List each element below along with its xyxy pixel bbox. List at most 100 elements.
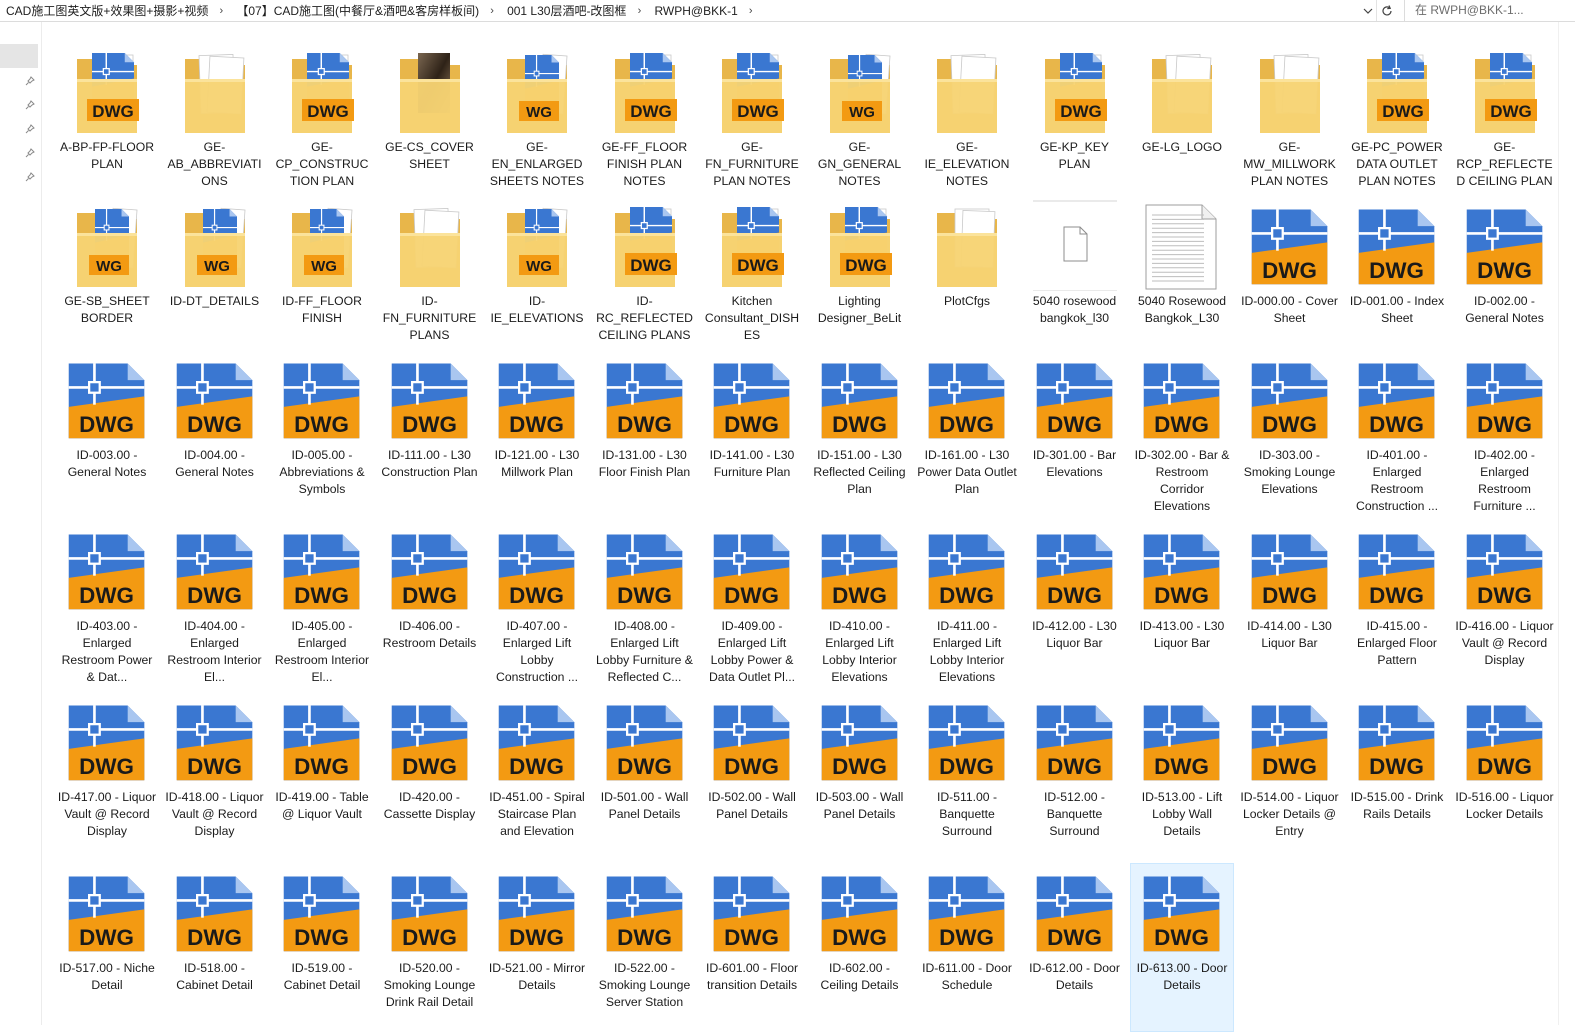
- folder-item[interactable]: WG GE-SB_SHEET BORDER: [55, 196, 159, 348]
- chevron-right-icon[interactable]: ›: [742, 5, 760, 17]
- file-item[interactable]: DWG ID-302.00 - Bar & Restroom Corridor …: [1130, 350, 1234, 519]
- vertical-scrollbar[interactable]: [1558, 22, 1575, 1025]
- file-item[interactable]: DWG ID-161.00 - L30 Power Data Outlet Pl…: [915, 350, 1019, 519]
- pin-icon[interactable]: [23, 74, 37, 88]
- file-item[interactable]: DWG ID-407.00 - Enlarged Lift Lobby Cons…: [485, 521, 589, 690]
- pin-icon[interactable]: [23, 170, 37, 184]
- folder-item[interactable]: DWG A-BP-FP-FLOOR PLAN: [55, 42, 159, 194]
- folder-item[interactable]: WG GE-GN_GENERAL NOTES: [808, 42, 912, 194]
- file-item[interactable]: DWG ID-519.00 - Cabinet Detail: [270, 863, 374, 1032]
- folder-item[interactable]: DWG GE-RCP_REFLECTED CEILING PLAN NOTES: [1453, 42, 1557, 194]
- file-item[interactable]: DWG ID-412.00 - L30 Liquor Bar: [1023, 521, 1127, 690]
- file-item[interactable]: DWG ID-416.00 - Liquor Vault @ Record Di…: [1453, 521, 1557, 690]
- file-item[interactable]: DWG ID-404.00 - Enlarged Restroom Interi…: [163, 521, 267, 690]
- folder-item[interactable]: PlotCfgs: [915, 196, 1019, 348]
- file-item[interactable]: 5040 Rosewood Bangkok_L30: [1130, 196, 1234, 348]
- folder-item[interactable]: DWG GE-KP_KEY PLAN: [1023, 42, 1127, 194]
- file-item[interactable]: DWG ID-613.00 - Door Details: [1130, 863, 1234, 1032]
- file-item[interactable]: DWG ID-408.00 - Enlarged Lift Lobby Furn…: [593, 521, 697, 690]
- chevron-right-icon[interactable]: ›: [630, 5, 648, 17]
- file-item[interactable]: DWG ID-151.00 - L30 Reflected Ceiling Pl…: [808, 350, 912, 519]
- file-item[interactable]: DWG ID-512.00 - Banquette Surround: [1023, 692, 1127, 861]
- file-item[interactable]: DWG ID-303.00 - Smoking Lounge Elevation…: [1238, 350, 1342, 519]
- file-item[interactable]: DWG ID-003.00 - General Notes: [55, 350, 159, 519]
- file-item[interactable]: DWG ID-514.00 - Liquor Locker Details @ …: [1238, 692, 1342, 861]
- file-item[interactable]: DWG ID-451.00 - Spiral Staircase Plan an…: [485, 692, 589, 861]
- file-item[interactable]: DWG ID-501.00 - Wall Panel Details: [593, 692, 697, 861]
- file-item[interactable]: DWG ID-000.00 - Cover Sheet: [1238, 196, 1342, 348]
- file-item[interactable]: DWG ID-111.00 - L30 Construction Plan: [378, 350, 482, 519]
- file-item[interactable]: DWG ID-612.00 - Door Details: [1023, 863, 1127, 1032]
- file-item[interactable]: DWG ID-414.00 - L30 Liquor Bar: [1238, 521, 1342, 690]
- file-item[interactable]: DWG ID-141.00 - L30 Furniture Plan: [700, 350, 804, 519]
- file-item[interactable]: DWG ID-419.00 - Table @ Liquor Vault: [270, 692, 374, 861]
- file-item[interactable]: DWG ID-515.00 - Drink Rails Details: [1345, 692, 1449, 861]
- file-item[interactable]: DWG ID-131.00 - L30 Floor Finish Plan: [593, 350, 697, 519]
- folder-item[interactable]: WG ID-FF_FLOOR FINISH: [270, 196, 374, 348]
- folder-item[interactable]: DWG GE-PC_POWER DATA OUTLET PLAN NOTES: [1345, 42, 1449, 194]
- chevron-right-icon[interactable]: ›: [212, 5, 230, 17]
- address-bar[interactable]: CAD施工图英文版+效果图+摄影+视频 › 【07】CAD施工图(中餐厅&酒吧&…: [0, 0, 1575, 22]
- file-item[interactable]: DWG ID-405.00 - Enlarged Restroom Interi…: [270, 521, 374, 690]
- file-item[interactable]: DWG ID-503.00 - Wall Panel Details: [808, 692, 912, 861]
- folder-item[interactable]: GE-MW_MILLWORK PLAN NOTES: [1238, 42, 1342, 194]
- file-item[interactable]: DWG ID-401.00 - Enlarged Restroom Constr…: [1345, 350, 1449, 519]
- pin-icon[interactable]: [23, 98, 37, 112]
- pin-icon[interactable]: [23, 146, 37, 160]
- folder-item[interactable]: GE-LG_LOGO: [1130, 42, 1234, 194]
- file-item[interactable]: DWG ID-301.00 - Bar Elevations: [1023, 350, 1127, 519]
- file-item[interactable]: DWG ID-410.00 - Enlarged Lift Lobby Inte…: [808, 521, 912, 690]
- pin-icon[interactable]: [23, 122, 37, 136]
- file-item[interactable]: DWG ID-002.00 - General Notes: [1453, 196, 1557, 348]
- file-item[interactable]: DWG ID-403.00 - Enlarged Restroom Power …: [55, 521, 159, 690]
- file-item[interactable]: DWG ID-516.00 - Liquor Locker Details: [1453, 692, 1557, 861]
- file-item[interactable]: DWG ID-417.00 - Liquor Vault @ Record Di…: [55, 692, 159, 861]
- file-item[interactable]: DWG ID-601.00 - Floor transition Details: [700, 863, 804, 1032]
- folder-item[interactable]: WG ID-DT_DETAILS: [163, 196, 267, 348]
- file-item[interactable]: 5040 rosewood bangkok_l30: [1023, 196, 1127, 348]
- file-item[interactable]: DWG ID-511.00 - Banquette Surround: [915, 692, 1019, 861]
- file-item[interactable]: DWG ID-502.00 - Wall Panel Details: [700, 692, 804, 861]
- file-item[interactable]: DWG ID-004.00 - General Notes: [163, 350, 267, 519]
- file-item[interactable]: DWG ID-406.00 - Restroom Details: [378, 521, 482, 690]
- file-item[interactable]: DWG ID-005.00 - Abbreviations & Symbols: [270, 350, 374, 519]
- file-item[interactable]: DWG ID-520.00 - Smoking Lounge Drink Rai…: [378, 863, 482, 1032]
- refresh-icon[interactable]: [1376, 0, 1397, 21]
- chevron-right-icon[interactable]: ›: [483, 5, 501, 17]
- file-item[interactable]: DWG ID-522.00 - Smoking Lounge Server St…: [593, 863, 697, 1032]
- folder-item[interactable]: DWG ID-RC_REFLECTED CEILING PLANS: [593, 196, 697, 348]
- folder-item[interactable]: WG GE-EN_ENLARGED SHEETS NOTES: [485, 42, 589, 194]
- breadcrumb-item[interactable]: CAD施工图英文版+效果图+摄影+视频: [0, 1, 212, 21]
- file-item[interactable]: DWG ID-411.00 - Enlarged Lift Lobby Inte…: [915, 521, 1019, 690]
- folder-item[interactable]: GE-IE_ELEVATION NOTES: [915, 42, 1019, 194]
- folder-item[interactable]: GE-CS_COVER SHEET: [378, 42, 482, 194]
- file-item[interactable]: DWG ID-402.00 - Enlarged Restroom Furnit…: [1453, 350, 1557, 519]
- file-item[interactable]: DWG ID-413.00 - L30 Liquor Bar: [1130, 521, 1234, 690]
- chevron-down-icon[interactable]: [1360, 0, 1376, 21]
- file-item[interactable]: DWG ID-415.00 - Enlarged Floor Pattern: [1345, 521, 1449, 690]
- file-item[interactable]: DWG ID-521.00 - Mirror Details: [485, 863, 589, 1032]
- file-item[interactable]: DWG ID-001.00 - Index Sheet: [1345, 196, 1449, 348]
- file-item[interactable]: DWG ID-513.00 - Lift Lobby Wall Details: [1130, 692, 1234, 861]
- file-item[interactable]: DWG ID-420.00 - Cassette Display: [378, 692, 482, 861]
- breadcrumb-item[interactable]: RWPH@BKK-1: [648, 1, 741, 21]
- file-item[interactable]: DWG ID-602.00 - Ceiling Details: [808, 863, 912, 1032]
- file-item[interactable]: DWG ID-418.00 - Liquor Vault @ Record Di…: [163, 692, 267, 861]
- nav-selected-item[interactable]: [0, 44, 38, 68]
- folder-item[interactable]: DWG GE-FF_FLOOR FINISH PLAN NOTES: [593, 42, 697, 194]
- search-input[interactable]: 在 RWPH@BKK-1...: [1404, 0, 1554, 21]
- file-item[interactable]: DWG ID-409.00 - Enlarged Lift Lobby Powe…: [700, 521, 804, 690]
- file-item[interactable]: DWG ID-518.00 - Cabinet Detail: [163, 863, 267, 1032]
- folder-item[interactable]: DWG Lighting Designer_BeLit: [808, 196, 912, 348]
- file-item[interactable]: DWG ID-121.00 - L30 Millwork Plan: [485, 350, 589, 519]
- file-item[interactable]: DWG ID-611.00 - Door Schedule: [915, 863, 1019, 1032]
- folder-item[interactable]: DWG GE-CP_CONSTRUCTION PLAN NOTES: [270, 42, 374, 194]
- folder-item[interactable]: GE-AB_ABBREVIATIONS: [163, 42, 267, 194]
- folder-item[interactable]: WG ID-IE_ELEVATIONS: [485, 196, 589, 348]
- folder-item[interactable]: ID-FN_FURNITURE PLANS: [378, 196, 482, 348]
- folder-item[interactable]: DWG GE-FN_FURNITURE PLAN NOTES: [700, 42, 804, 194]
- file-item[interactable]: DWG ID-517.00 - Niche Detail: [55, 863, 159, 1032]
- breadcrumb-item[interactable]: 001 L30层酒吧-改图框: [501, 1, 630, 21]
- folder-item[interactable]: DWG Kitchen Consultant_DISHES: [700, 196, 804, 348]
- breadcrumb-item[interactable]: 【07】CAD施工图(中餐厅&酒吧&客房样板间): [230, 1, 483, 21]
